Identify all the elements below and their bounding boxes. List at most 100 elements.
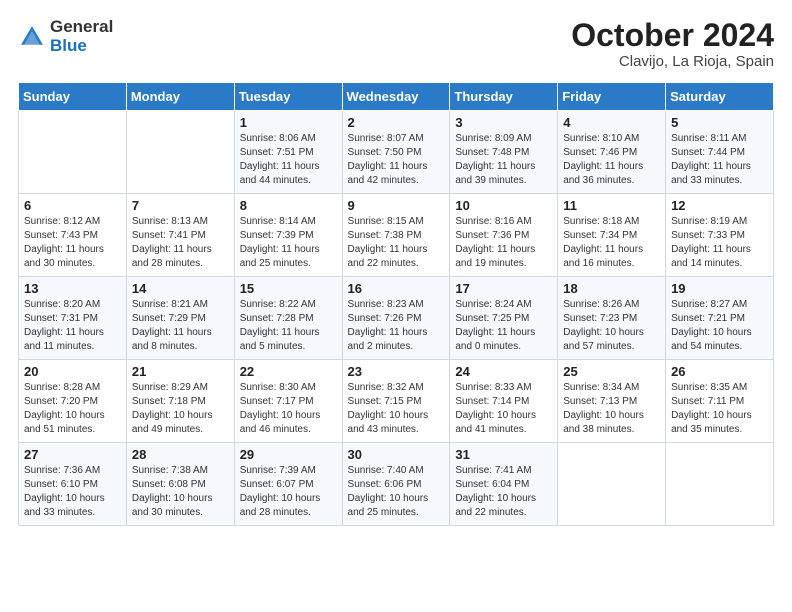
calendar-cell: 18 Sunrise: 8:26 AM Sunset: 7:23 PM Dayli… — [558, 277, 666, 360]
calendar-cell — [666, 443, 774, 526]
day-number: 17 — [455, 281, 552, 296]
calendar-cell: 25 Sunrise: 8:34 AM Sunset: 7:13 PM Dayli… — [558, 360, 666, 443]
day-header-friday: Friday — [558, 83, 666, 111]
calendar-cell: 30 Sunrise: 7:40 AM Sunset: 6:06 PM Dayli… — [342, 443, 450, 526]
day-number: 5 — [671, 115, 768, 130]
week-row-2: 6 Sunrise: 8:12 AM Sunset: 7:43 PM Daylig… — [19, 194, 774, 277]
location-subtitle: Clavijo, La Rioja, Spain — [571, 53, 774, 70]
calendar-cell: 13 Sunrise: 8:20 AM Sunset: 7:31 PM Dayli… — [19, 277, 127, 360]
day-info: Sunrise: 8:23 AM Sunset: 7:26 PM Dayligh… — [348, 298, 445, 354]
day-info: Sunrise: 8:34 AM Sunset: 7:13 PM Dayligh… — [563, 381, 660, 437]
day-number: 24 — [455, 364, 552, 379]
day-info: Sunrise: 8:12 AM Sunset: 7:43 PM Dayligh… — [24, 215, 121, 271]
calendar-cell: 21 Sunrise: 8:29 AM Sunset: 7:18 PM Dayli… — [126, 360, 234, 443]
day-number: 9 — [348, 198, 445, 213]
day-number: 7 — [132, 198, 229, 213]
day-info: Sunrise: 8:24 AM Sunset: 7:25 PM Dayligh… — [455, 298, 552, 354]
calendar-cell: 5Sunrise: 8:11 AM Sunset: 7:44 PM Daylig… — [666, 111, 774, 194]
day-info: Sunrise: 7:40 AM Sunset: 6:06 PM Dayligh… — [348, 464, 445, 520]
day-header-thursday: Thursday — [450, 83, 558, 111]
day-info: Sunrise: 8:15 AM Sunset: 7:38 PM Dayligh… — [348, 215, 445, 271]
day-header-tuesday: Tuesday — [234, 83, 342, 111]
title-block: October 2024 Clavijo, La Rioja, Spain — [571, 18, 774, 70]
day-number: 4 — [563, 115, 660, 130]
day-number: 27 — [24, 447, 121, 462]
day-number: 19 — [671, 281, 768, 296]
calendar-cell: 1 Sunrise: 8:06 AM Sunset: 7:51 PM Daylig… — [234, 111, 342, 194]
day-info: Sunrise: 8:18 AM Sunset: 7:34 PM Dayligh… — [563, 215, 660, 271]
day-number: 6 — [24, 198, 121, 213]
month-title: October 2024 — [571, 18, 774, 53]
day-info: Sunrise: 8:20 AM Sunset: 7:31 PM Dayligh… — [24, 298, 121, 354]
day-number: 14 — [132, 281, 229, 296]
day-info: Sunrise: 8:13 AM Sunset: 7:41 PM Dayligh… — [132, 215, 229, 271]
day-info: Sunrise: 7:38 AM Sunset: 6:08 PM Dayligh… — [132, 464, 229, 520]
calendar-cell: 20 Sunrise: 8:28 AM Sunset: 7:20 PM Dayli… — [19, 360, 127, 443]
day-number: 13 — [24, 281, 121, 296]
day-header-monday: Monday — [126, 83, 234, 111]
day-number: 8 — [240, 198, 337, 213]
calendar-cell: 7 Sunrise: 8:13 AM Sunset: 7:41 PM Daylig… — [126, 194, 234, 277]
day-header-saturday: Saturday — [666, 83, 774, 111]
calendar-cell: 28 Sunrise: 7:38 AM Sunset: 6:08 PM Dayli… — [126, 443, 234, 526]
logo-icon — [18, 23, 46, 51]
day-info: Sunrise: 8:06 AM Sunset: 7:51 PM Dayligh… — [240, 132, 337, 188]
calendar-cell: 23 Sunrise: 8:32 AM Sunset: 7:15 PM Dayli… — [342, 360, 450, 443]
day-number: 23 — [348, 364, 445, 379]
day-info: Sunrise: 8:21 AM Sunset: 7:29 PM Dayligh… — [132, 298, 229, 354]
day-info: Sunrise: 7:41 AM Sunset: 6:04 PM Dayligh… — [455, 464, 552, 520]
day-info: Sunrise: 7:39 AM Sunset: 6:07 PM Dayligh… — [240, 464, 337, 520]
calendar-cell: 10Sunrise: 8:16 AM Sunset: 7:36 PM Dayli… — [450, 194, 558, 277]
day-info: Sunrise: 8:27 AM Sunset: 7:21 PM Dayligh… — [671, 298, 768, 354]
calendar-cell: 3Sunrise: 8:09 AM Sunset: 7:48 PM Daylig… — [450, 111, 558, 194]
calendar-cell — [126, 111, 234, 194]
page: General Blue October 2024 Clavijo, La Ri… — [0, 0, 792, 536]
day-number: 22 — [240, 364, 337, 379]
day-info: Sunrise: 7:36 AM Sunset: 6:10 PM Dayligh… — [24, 464, 121, 520]
calendar-cell: 15Sunrise: 8:22 AM Sunset: 7:28 PM Dayli… — [234, 277, 342, 360]
day-number: 20 — [24, 364, 121, 379]
calendar-cell: 9 Sunrise: 8:15 AM Sunset: 7:38 PM Daylig… — [342, 194, 450, 277]
logo: General Blue — [18, 18, 113, 55]
week-row-5: 27 Sunrise: 7:36 AM Sunset: 6:10 PM Dayli… — [19, 443, 774, 526]
day-number: 3 — [455, 115, 552, 130]
day-number: 30 — [348, 447, 445, 462]
day-info: Sunrise: 8:32 AM Sunset: 7:15 PM Dayligh… — [348, 381, 445, 437]
calendar-cell: 29Sunrise: 7:39 AM Sunset: 6:07 PM Dayli… — [234, 443, 342, 526]
calendar-table: SundayMondayTuesdayWednesdayThursdayFrid… — [18, 82, 774, 526]
calendar-cell: 19 Sunrise: 8:27 AM Sunset: 7:21 PM Dayli… — [666, 277, 774, 360]
day-number: 25 — [563, 364, 660, 379]
day-number: 2 — [348, 115, 445, 130]
day-info: Sunrise: 8:35 AM Sunset: 7:11 PM Dayligh… — [671, 381, 768, 437]
calendar-cell: 12 Sunrise: 8:19 AM Sunset: 7:33 PM Dayli… — [666, 194, 774, 277]
day-info: Sunrise: 8:28 AM Sunset: 7:20 PM Dayligh… — [24, 381, 121, 437]
calendar-cell: 16Sunrise: 8:23 AM Sunset: 7:26 PM Dayli… — [342, 277, 450, 360]
week-row-4: 20 Sunrise: 8:28 AM Sunset: 7:20 PM Dayli… — [19, 360, 774, 443]
day-number: 12 — [671, 198, 768, 213]
day-info: Sunrise: 8:16 AM Sunset: 7:36 PM Dayligh… — [455, 215, 552, 271]
day-header-wednesday: Wednesday — [342, 83, 450, 111]
day-info: Sunrise: 8:30 AM Sunset: 7:17 PM Dayligh… — [240, 381, 337, 437]
week-row-3: 13 Sunrise: 8:20 AM Sunset: 7:31 PM Dayli… — [19, 277, 774, 360]
day-number: 11 — [563, 198, 660, 213]
day-info: Sunrise: 8:26 AM Sunset: 7:23 PM Dayligh… — [563, 298, 660, 354]
day-info: Sunrise: 8:29 AM Sunset: 7:18 PM Dayligh… — [132, 381, 229, 437]
day-number: 28 — [132, 447, 229, 462]
day-number: 18 — [563, 281, 660, 296]
calendar-cell: 6 Sunrise: 8:12 AM Sunset: 7:43 PM Daylig… — [19, 194, 127, 277]
day-info: Sunrise: 8:07 AM Sunset: 7:50 PM Dayligh… — [348, 132, 445, 188]
calendar-cell: 22 Sunrise: 8:30 AM Sunset: 7:17 PM Dayli… — [234, 360, 342, 443]
day-number: 31 — [455, 447, 552, 462]
day-info: Sunrise: 8:10 AM Sunset: 7:46 PM Dayligh… — [563, 132, 660, 188]
day-header-sunday: Sunday — [19, 83, 127, 111]
calendar-cell: 17 Sunrise: 8:24 AM Sunset: 7:25 PM Dayli… — [450, 277, 558, 360]
logo-general: General — [50, 17, 113, 36]
logo-text: General Blue — [50, 18, 113, 55]
day-number: 1 — [240, 115, 337, 130]
day-number: 21 — [132, 364, 229, 379]
calendar-cell: 11 Sunrise: 8:18 AM Sunset: 7:34 PM Dayli… — [558, 194, 666, 277]
calendar-cell: 8Sunrise: 8:14 AM Sunset: 7:39 PM Daylig… — [234, 194, 342, 277]
calendar-cell: 26Sunrise: 8:35 AM Sunset: 7:11 PM Dayli… — [666, 360, 774, 443]
day-info: Sunrise: 8:19 AM Sunset: 7:33 PM Dayligh… — [671, 215, 768, 271]
calendar-cell — [558, 443, 666, 526]
